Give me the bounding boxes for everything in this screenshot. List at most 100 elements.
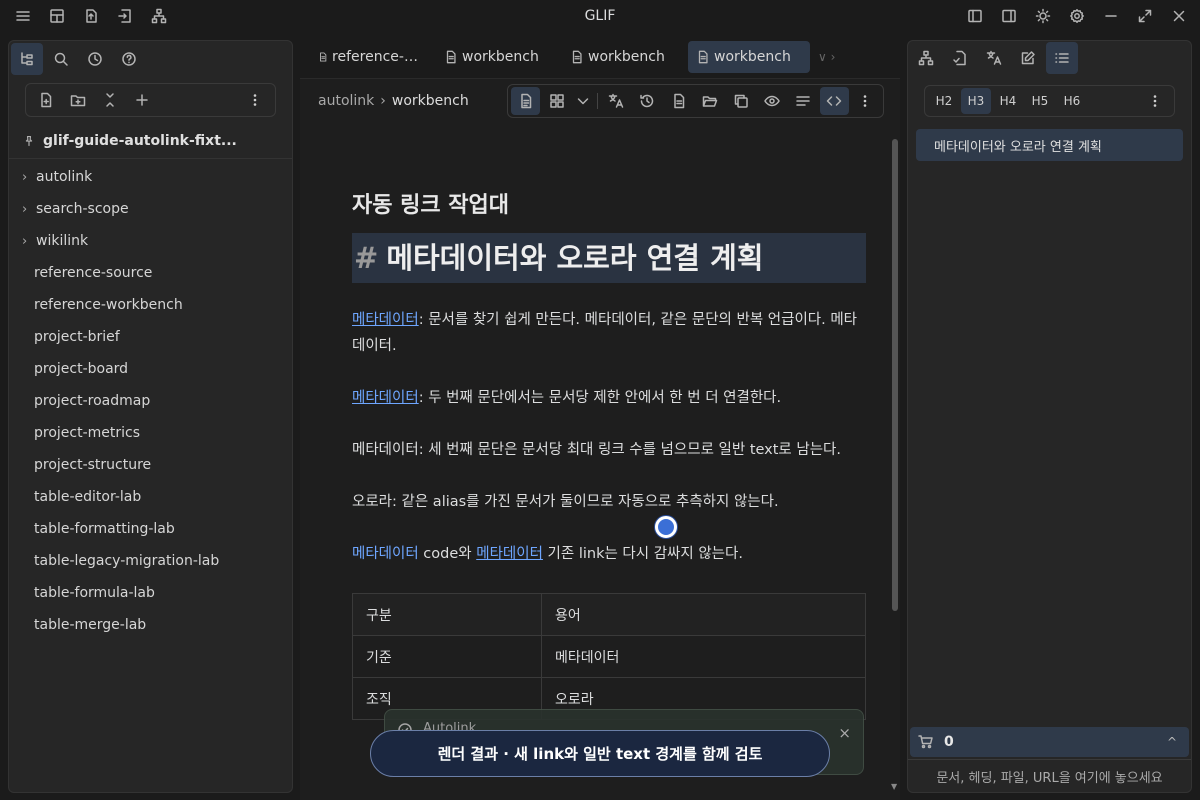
title-bar: GLIF [0, 0, 1200, 32]
new-folder-icon[interactable] [62, 86, 94, 114]
file-item[interactable]: table-editor-lab [9, 481, 292, 513]
recent-clock-icon[interactable] [79, 43, 111, 75]
graph-icon[interactable] [144, 1, 174, 31]
right-sidebar-tabs [908, 41, 1191, 75]
paragraph: 메타데이터: 문서를 찾기 쉽게 만든다. 메타데이터, 같은 문단의 반복 언… [352, 312, 858, 354]
preview-eye-icon[interactable] [757, 87, 786, 115]
heading-level-h3[interactable]: H3 [961, 88, 991, 114]
close-window-icon[interactable] [1164, 1, 1194, 31]
graph-icon[interactable] [910, 42, 942, 74]
menu-icon[interactable] [8, 1, 38, 31]
tab-workbench-active[interactable]: workbench [688, 41, 810, 73]
tab-workbench[interactable]: workbench [436, 41, 558, 73]
file-item[interactable]: project-metrics [9, 417, 292, 449]
chevron-right-icon: › [22, 169, 28, 185]
folder-item[interactable]: › autolink [9, 161, 292, 193]
outline-list-icon[interactable] [1046, 42, 1078, 74]
left-sidebar-toggle-icon[interactable] [960, 1, 990, 31]
theme-sun-icon[interactable] [1028, 1, 1058, 31]
outline-item[interactable]: 메타데이터와 오로라 연결 계획 [916, 129, 1183, 161]
copy-icon[interactable] [726, 87, 755, 115]
chevron-right-icon: › [22, 233, 28, 249]
search-icon[interactable] [45, 43, 77, 75]
table-header-cell: 구분 [352, 593, 542, 636]
right-sidebar-toggle-icon[interactable] [994, 1, 1024, 31]
folder-item[interactable]: › search-scope [9, 193, 292, 225]
cart-count: 0 [944, 734, 954, 750]
layout-icon[interactable] [42, 1, 72, 31]
export-icon[interactable] [76, 1, 106, 31]
breadcrumb-parent[interactable]: autolink [318, 93, 374, 109]
heading-level-h4[interactable]: H4 [993, 88, 1023, 114]
file-item[interactable]: project-board [9, 353, 292, 385]
translate-icon[interactable] [978, 42, 1010, 74]
scroll-down-arrow-icon[interactable]: ▼ [891, 782, 897, 791]
file-explorer-tab-icon[interactable] [11, 43, 43, 75]
help-icon[interactable] [113, 43, 145, 75]
more-options-icon[interactable] [239, 86, 271, 114]
autolink[interactable]: 메타데이터 [352, 312, 419, 328]
new-note-icon[interactable] [30, 86, 62, 114]
autolink[interactable]: 메타데이터 [352, 390, 419, 406]
reading-view-icon[interactable] [511, 87, 541, 115]
collection-cart-bar[interactable]: 0 ^ [910, 727, 1189, 757]
vault-header[interactable]: glif-guide-autolink-fixt... [9, 123, 292, 159]
maximize-icon[interactable] [1130, 1, 1160, 31]
tab-workbench[interactable]: workbench [562, 41, 684, 73]
file-item[interactable]: table-merge-lab [9, 609, 292, 641]
import-icon[interactable] [110, 1, 140, 31]
table-row: 기준 메타데이터 [352, 635, 866, 678]
folder-item[interactable]: › wikilink [9, 225, 292, 257]
file-item[interactable]: project-structure [9, 449, 292, 481]
editor-tab-bar: reference-workb... workbench workbench w… [300, 40, 900, 74]
more-options-icon[interactable] [1140, 88, 1170, 114]
editor-scrollbar[interactable] [892, 139, 898, 611]
document-info-icon[interactable] [664, 87, 693, 115]
heading-level-h2[interactable]: H2 [929, 88, 959, 114]
existing-link[interactable]: 메타데이터 [476, 546, 543, 562]
table-cell[interactable]: 메타데이터 [541, 635, 866, 678]
editor-pane: autolink › workbench 자동 링크 작업대 # 메타데이터와 … [300, 78, 900, 800]
settings-gear-icon[interactable] [1062, 1, 1092, 31]
heading-h1[interactable]: # 메타데이터와 오로라 연결 계획 [352, 233, 866, 283]
history-icon[interactable] [633, 87, 662, 115]
heading-hash-mark: # [354, 241, 379, 275]
translate-icon[interactable] [602, 87, 631, 115]
add-icon[interactable] [126, 86, 158, 114]
file-item[interactable]: project-roadmap [9, 385, 292, 417]
align-icon[interactable] [789, 87, 818, 115]
source-code-icon[interactable] [819, 87, 849, 115]
document-icon [572, 50, 582, 64]
chevron-down-icon[interactable] [573, 87, 592, 115]
file-item[interactable]: reference-source [9, 257, 292, 289]
file-item[interactable]: project-brief [9, 321, 292, 353]
drop-zone[interactable]: 문서, 헤딩, 파일, URL을 여기에 놓으세요 [908, 759, 1191, 792]
heading-level-h5[interactable]: H5 [1025, 88, 1055, 114]
document-icon [320, 52, 327, 62]
breadcrumb-current[interactable]: workbench [392, 93, 469, 109]
file-item[interactable]: reference-workbench [9, 289, 292, 321]
file-label: table-merge-lab [34, 617, 147, 633]
minimize-icon[interactable] [1096, 1, 1126, 31]
tab-reference-workbench[interactable]: reference-workb... [310, 41, 432, 73]
edit-icon[interactable] [1012, 42, 1044, 74]
terms-table: 구분 용어 기준 메타데이터 조직 오로라 [352, 593, 866, 720]
collapse-all-icon[interactable] [94, 86, 126, 114]
vault-name: glif-guide-autolink-fixt... [43, 132, 237, 149]
file-item[interactable]: table-formula-lab [9, 577, 292, 609]
grid-view-icon[interactable] [542, 87, 571, 115]
file-item[interactable]: table-formatting-lab [9, 513, 292, 545]
notice-close-button[interactable]: × [838, 724, 851, 742]
table-cell[interactable]: 기준 [352, 635, 542, 678]
more-options-icon[interactable] [851, 87, 880, 115]
paragraph: 메타데이터: 세 번째 문단은 문서당 최대 링크 수를 넘으므로 일반 tex… [352, 442, 842, 458]
file-item[interactable]: table-legacy-migration-lab [9, 545, 292, 577]
table-header-row: 구분 용어 [352, 593, 866, 636]
heading-level-h6[interactable]: H6 [1057, 88, 1087, 114]
cart-collapse-chevron-icon[interactable]: ^ [1167, 735, 1177, 749]
open-folder-icon[interactable] [695, 87, 724, 115]
table-header-cell: 용어 [541, 593, 866, 636]
backlinks-icon[interactable] [944, 42, 976, 74]
tab-overflow-chevron-icon[interactable]: ∨ › [818, 50, 835, 64]
file-label: reference-workbench [34, 297, 183, 313]
